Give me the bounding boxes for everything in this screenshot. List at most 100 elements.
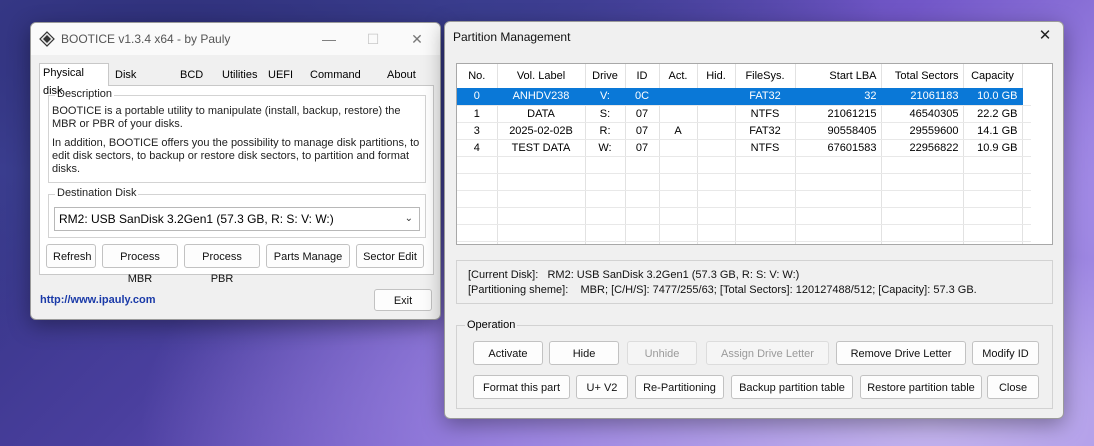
cell-total-sectors: 46540305 [881, 105, 964, 123]
hide-button[interactable]: Hide [549, 341, 619, 365]
cell-vol-label: DATA [497, 105, 586, 123]
cell-id: 07 [625, 139, 660, 157]
physical-disk-panel: Description BOOTICE is a portable utilit… [39, 85, 434, 285]
cell-act [659, 139, 698, 157]
close-icon[interactable]: ✕ [1035, 26, 1055, 46]
cell-filesys: FAT32 [735, 88, 796, 106]
cell-total-sectors: 29559600 [881, 122, 964, 140]
empty-row [457, 241, 1031, 244]
table-row[interactable]: 0 ANHDV238 V: 0C FAT32 32 21061183 10.0 … [457, 88, 1031, 106]
minimize-button[interactable]: — [315, 29, 343, 49]
cell-no: 3 [457, 122, 498, 140]
cell-filesys: FAT32 [735, 122, 796, 140]
activate-button[interactable]: Activate [473, 341, 543, 365]
cell-id: 0C [625, 88, 660, 106]
close-button[interactable]: Close [987, 375, 1039, 399]
cell-act [659, 105, 698, 123]
cell-filler [1022, 105, 1031, 123]
cell-capacity: 14.1 GB [963, 122, 1023, 140]
partition-window-title: Partition Management [453, 30, 571, 44]
cell-filler [1022, 122, 1031, 140]
sector-edit-button[interactable]: Sector Edit [356, 244, 424, 268]
refresh-button[interactable]: Refresh [46, 244, 96, 268]
cell-no: 0 [457, 88, 498, 106]
cell-id: 07 [625, 122, 660, 140]
cell-start-lba: 21061215 [795, 105, 882, 123]
cell-total-sectors: 22956822 [881, 139, 964, 157]
column-drive[interactable]: Drive [585, 64, 626, 88]
current-disk-label: [Current Disk]: [468, 269, 539, 281]
column-no[interactable]: No. [457, 64, 498, 88]
re-partitioning-button[interactable]: Re-Partitioning [635, 375, 724, 399]
description-label: Description [55, 88, 115, 100]
cell-hid [697, 122, 736, 140]
process-pbr-button[interactable]: Process PBR [184, 244, 260, 285]
tab-utilities[interactable]: Utilities [218, 65, 261, 85]
process-mbr-button[interactable]: Process MBR [102, 244, 178, 285]
exit-button[interactable]: Exit [374, 289, 432, 311]
operation-group: Operation Activate Hide Unhide Assign Dr… [456, 319, 1053, 409]
empty-row [457, 173, 1031, 191]
table-row[interactable]: 3 2025-02-02B R: 07 A FAT32 90558405 295… [457, 122, 1031, 140]
partitioning-label: [Partitioning sheme]: [468, 284, 569, 296]
close-button[interactable]: ✕ [403, 29, 431, 49]
column-vol-label[interactable]: Vol. Label [497, 64, 586, 88]
table-row[interactable]: 1 DATA S: 07 NTFS 21061215 46540305 22.2… [457, 105, 1031, 123]
cell-drive: R: [585, 122, 626, 140]
cell-capacity: 10.9 GB [963, 139, 1023, 157]
tab-disk-image[interactable]: Disk image [111, 65, 149, 99]
cell-vol-label: ANHDV238 [497, 88, 586, 106]
cell-drive: V: [585, 88, 626, 106]
cell-hid [697, 105, 736, 123]
cell-filesys: NTFS [735, 105, 796, 123]
tab-uefi[interactable]: UEFI [264, 65, 297, 85]
destination-disk-value: RM2: USB SanDisk 3.2Gen1 (57.3 GB, R: S:… [59, 212, 334, 226]
tab-physical-disk[interactable]: Physical disk [39, 63, 109, 97]
partition-list[interactable]: No. Vol. Label Drive ID Act. Hid. FileSy… [456, 63, 1053, 245]
column-capacity[interactable]: Capacity [963, 64, 1023, 88]
cell-capacity: 10.0 GB [963, 88, 1023, 106]
empty-row [457, 156, 1031, 174]
table-row[interactable]: 4 TEST DATA W: 07 NTFS 67601583 22956822… [457, 139, 1031, 157]
cell-act [659, 88, 698, 106]
tab-command-line[interactable]: Command line [306, 65, 365, 99]
format-part-button[interactable]: Format this part [473, 375, 570, 399]
modify-id-button[interactable]: Modify ID [972, 341, 1039, 365]
parts-manage-button[interactable]: Parts Manage [266, 244, 350, 268]
cell-vol-label: TEST DATA [497, 139, 586, 157]
partition-table: No. Vol. Label Drive ID Act. Hid. FileSy… [457, 64, 1031, 244]
cell-filler [1022, 139, 1031, 157]
column-start-lba[interactable]: Start LBA [795, 64, 882, 88]
cell-hid [697, 88, 736, 106]
column-filesys[interactable]: FileSys. [735, 64, 796, 88]
description-text-1: BOOTICE is a portable utility to manipul… [52, 105, 401, 130]
remove-drive-letter-button[interactable]: Remove Drive Letter [836, 341, 966, 365]
website-link[interactable]: http://www.ipauly.com [40, 294, 156, 306]
destination-disk-select[interactable]: RM2: USB SanDisk 3.2Gen1 (57.3 GB, R: S:… [54, 207, 420, 231]
restore-partition-table-button[interactable]: Restore partition table [860, 375, 982, 399]
backup-partition-table-button[interactable]: Backup partition table [731, 375, 853, 399]
cell-filler [1022, 88, 1031, 106]
tab-bcd[interactable]: BCD [176, 65, 207, 85]
chevron-down-icon: ⌄ [404, 213, 413, 224]
current-disk-value: RM2: USB SanDisk 3.2Gen1 (57.3 GB, R: S:… [547, 269, 800, 281]
column-hid[interactable]: Hid. [697, 64, 736, 88]
empty-row [457, 224, 1031, 242]
partitioning-line: [Partitioning sheme]: MBR; [C/H/S]: 7477… [468, 283, 1052, 298]
partition-table-header: No. Vol. Label Drive ID Act. Hid. FileSy… [457, 64, 1031, 88]
column-act[interactable]: Act. [659, 64, 698, 88]
tab-about[interactable]: About [383, 65, 420, 85]
cell-id: 07 [625, 105, 660, 123]
empty-row [457, 207, 1031, 225]
destination-disk-group: Destination Disk RM2: USB SanDisk 3.2Gen… [48, 187, 426, 238]
u-plus-v2-button[interactable]: U+ V2 [576, 375, 628, 399]
current-disk-line: [Current Disk]: RM2: USB SanDisk 3.2Gen1… [468, 268, 1052, 283]
column-total-sectors[interactable]: Total Sectors [881, 64, 964, 88]
column-id[interactable]: ID [625, 64, 660, 88]
bootice-titlebar[interactable]: BOOTICE v1.3.4 x64 - by Pauly — ☐ ✕ [31, 23, 440, 55]
unhide-button: Unhide [627, 341, 697, 365]
cell-vol-label: 2025-02-02B [497, 122, 586, 140]
disk-info-box: [Current Disk]: RM2: USB SanDisk 3.2Gen1… [456, 260, 1053, 304]
column-filler [1022, 64, 1031, 88]
assign-drive-letter-button: Assign Drive Letter [706, 341, 829, 365]
